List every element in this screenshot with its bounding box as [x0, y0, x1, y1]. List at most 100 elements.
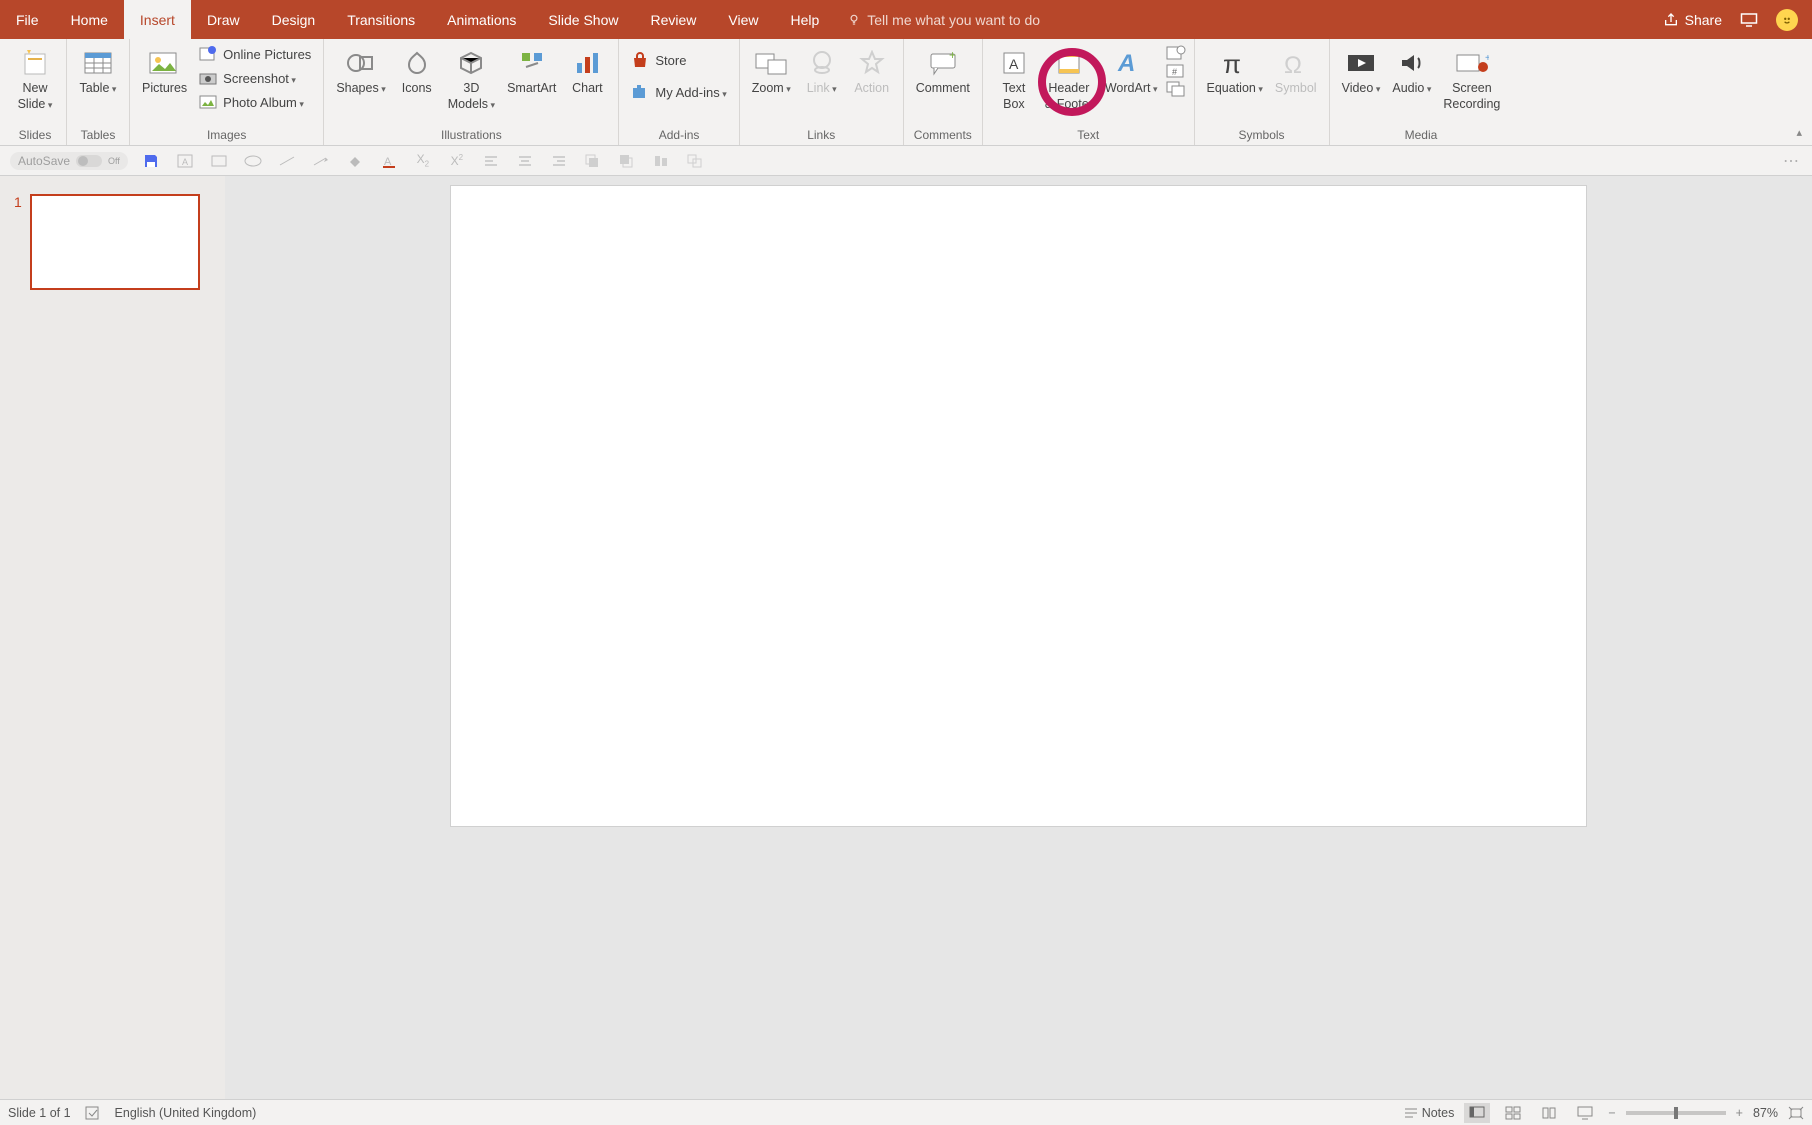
wordart-button[interactable]: A WordArt — [1101, 43, 1162, 99]
zoom-button[interactable]: Zoom — [748, 43, 795, 99]
zoom-in-button[interactable]: + — [1736, 1106, 1743, 1120]
titlebar-right: Share — [1663, 0, 1812, 39]
qat-more-icon[interactable]: ⋯ — [1780, 150, 1802, 172]
slide-canvas-area[interactable] — [225, 176, 1812, 1099]
qat-arrow-icon[interactable] — [310, 150, 332, 172]
symbol-icon: Ω — [1281, 45, 1311, 81]
tab-design[interactable]: Design — [256, 0, 332, 39]
qat-subscript-icon[interactable]: X2 — [412, 150, 434, 172]
tab-view[interactable]: View — [712, 0, 774, 39]
zoom-level[interactable]: 87% — [1753, 1106, 1778, 1120]
qat-textbox-icon[interactable]: A — [174, 150, 196, 172]
video-button[interactable]: Video — [1338, 43, 1385, 99]
tab-help[interactable]: Help — [774, 0, 835, 39]
header-footer-button[interactable]: Header & Footer — [1041, 43, 1097, 114]
my-addins-icon — [631, 83, 649, 101]
reading-view-button[interactable] — [1536, 1103, 1562, 1123]
screenshot-button[interactable]: Screenshot — [195, 67, 315, 89]
qat-superscript-icon[interactable]: X2 — [446, 150, 468, 172]
normal-view-button[interactable] — [1464, 1103, 1490, 1123]
table-button[interactable]: Table — [75, 43, 121, 99]
online-pictures-button[interactable]: Online Pictures — [195, 43, 315, 65]
notes-button[interactable]: Notes — [1404, 1106, 1455, 1120]
zoom-icon — [754, 45, 788, 81]
tab-animations[interactable]: Animations — [431, 0, 532, 39]
text-box-button[interactable]: A Text Box — [991, 43, 1037, 114]
equation-label: Equation — [1207, 81, 1263, 97]
qat-align-left-icon[interactable] — [480, 150, 502, 172]
share-button[interactable]: Share — [1663, 12, 1722, 28]
qat-align-right-icon[interactable] — [548, 150, 570, 172]
group-media-label: Media — [1338, 128, 1505, 145]
icons-button[interactable]: Icons — [394, 43, 440, 99]
fit-to-window-button[interactable] — [1788, 1106, 1804, 1120]
zoom-slider-thumb[interactable] — [1674, 1107, 1678, 1119]
slideshow-view-button[interactable] — [1572, 1103, 1598, 1123]
comment-button[interactable]: + Comment — [912, 43, 974, 99]
qat-fill-icon[interactable] — [344, 150, 366, 172]
zoom-slider[interactable] — [1626, 1111, 1726, 1115]
store-button[interactable]: Store — [627, 49, 730, 71]
qat-align-center-icon[interactable] — [514, 150, 536, 172]
zoom-out-button[interactable]: − — [1608, 1106, 1615, 1120]
svg-text:A: A — [182, 157, 188, 167]
status-bar: Slide 1 of 1 English (United Kingdom) No… — [0, 1099, 1812, 1125]
tab-insert[interactable]: Insert — [124, 0, 191, 39]
3d-models-button[interactable]: 3D Models — [444, 43, 499, 114]
new-slide-button[interactable]: New Slide — [12, 43, 58, 114]
tab-slideshow[interactable]: Slide Show — [532, 0, 634, 39]
slide-number-button[interactable]: # — [1166, 63, 1186, 79]
tell-me-search[interactable]: Tell me what you want to do — [835, 0, 1052, 39]
audio-icon — [1398, 45, 1426, 81]
tab-home[interactable]: Home — [55, 0, 124, 39]
screenshot-label: Screenshot — [223, 71, 296, 86]
svg-text:A: A — [1009, 56, 1019, 72]
pictures-button[interactable]: Pictures — [138, 43, 191, 99]
audio-button[interactable]: Audio — [1388, 43, 1435, 99]
thumbnail-1[interactable]: 1 — [14, 194, 211, 290]
autosave-label: AutoSave — [18, 154, 70, 168]
slide-sorter-view-button[interactable] — [1500, 1103, 1526, 1123]
shapes-button[interactable]: Shapes — [332, 43, 389, 99]
qat-font-color-icon[interactable]: A — [378, 150, 400, 172]
qat-send-backward-icon[interactable] — [616, 150, 638, 172]
new-slide-label: New Slide — [18, 81, 53, 112]
spell-check-icon[interactable] — [85, 1106, 101, 1120]
qat-ellipse-icon[interactable] — [242, 150, 264, 172]
table-label: Table — [80, 81, 117, 97]
qat-align-objects-icon[interactable] — [650, 150, 672, 172]
svg-text:A: A — [1117, 50, 1135, 77]
autosave-toggle[interactable]: AutoSave Off — [10, 152, 128, 170]
tab-draw[interactable]: Draw — [191, 0, 256, 39]
action-label: Action — [854, 81, 889, 97]
link-button: Link — [799, 43, 845, 99]
object-button[interactable] — [1166, 81, 1186, 97]
photo-album-label: Photo Album — [223, 95, 304, 110]
emoji-feedback-icon[interactable] — [1776, 9, 1798, 31]
save-icon[interactable] — [140, 150, 162, 172]
3d-models-icon — [457, 45, 485, 81]
date-time-button[interactable] — [1166, 45, 1186, 61]
slide-thumbnails-panel[interactable]: 1 — [0, 176, 225, 1099]
slide[interactable] — [451, 186, 1586, 826]
present-icon[interactable] — [1740, 12, 1758, 28]
ribbon: New Slide Slides Table Tables Pictures — [0, 39, 1812, 146]
photo-album-button[interactable]: Photo Album — [195, 91, 315, 113]
screen-recording-button[interactable]: + Screen Recording — [1439, 43, 1504, 114]
tab-file[interactable]: File — [0, 0, 55, 39]
chart-button[interactable]: Chart — [564, 43, 610, 99]
qat-bring-forward-icon[interactable] — [582, 150, 604, 172]
shapes-icon — [346, 45, 376, 81]
qat-group-icon[interactable] — [684, 150, 706, 172]
qat-line-icon[interactable] — [276, 150, 298, 172]
qat-rect-icon[interactable] — [208, 150, 230, 172]
link-label: Link — [807, 81, 837, 97]
tab-transitions[interactable]: Transitions — [331, 0, 431, 39]
my-addins-button[interactable]: My Add-ins — [627, 81, 730, 103]
equation-button[interactable]: π Equation — [1203, 43, 1267, 99]
slide-counter[interactable]: Slide 1 of 1 — [8, 1106, 71, 1120]
language-button[interactable]: English (United Kingdom) — [115, 1106, 257, 1120]
collapse-ribbon-button[interactable]: ▴ — [1796, 126, 1802, 139]
smartart-button[interactable]: SmartArt — [503, 43, 560, 99]
tab-review[interactable]: Review — [634, 0, 712, 39]
